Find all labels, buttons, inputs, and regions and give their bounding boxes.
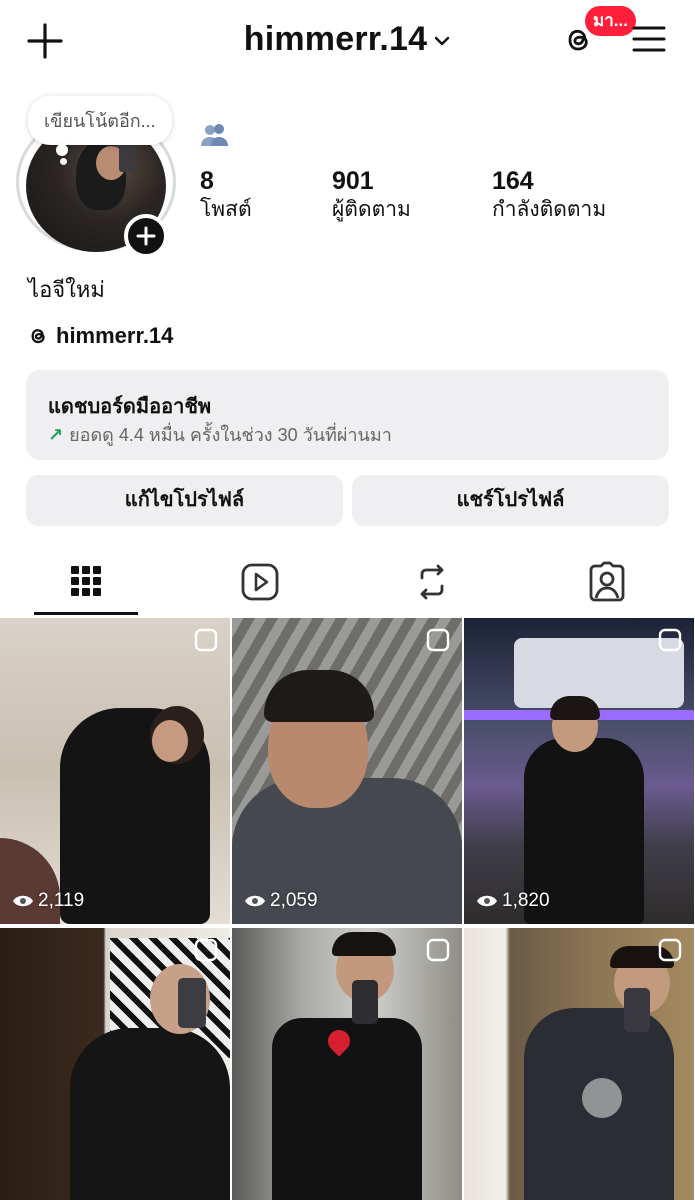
broadcast-group-icon[interactable] bbox=[200, 122, 230, 148]
threads-handle: himmerr.14 bbox=[56, 323, 174, 349]
view-count-text: 1,820 bbox=[502, 889, 550, 911]
username-title: himmerr.14 bbox=[243, 20, 428, 58]
eye-icon bbox=[477, 895, 497, 907]
following-count: 164 bbox=[492, 167, 534, 195]
plus-icon bbox=[136, 226, 156, 246]
threads-badge[interactable]: มา... bbox=[585, 6, 636, 36]
dashboard-title: แดชบอร์ดมืออาชีพ bbox=[48, 396, 212, 418]
posts-count: 8 bbox=[200, 167, 214, 195]
grid-icon[interactable] bbox=[66, 556, 106, 608]
reels-icon[interactable] bbox=[240, 556, 280, 608]
edit-profile-button[interactable]: แก้ไขโปรไฟล์ bbox=[26, 475, 343, 526]
view-count-text: 2,119 bbox=[38, 889, 85, 911]
note-bubble-tail-small bbox=[60, 158, 67, 165]
note-bubble-tail bbox=[56, 144, 68, 156]
post-tile[interactable] bbox=[464, 928, 694, 1200]
followers-count: 901 bbox=[332, 167, 374, 195]
reel-icon bbox=[426, 938, 450, 962]
post-tile[interactable] bbox=[232, 928, 462, 1200]
active-tab-indicator bbox=[34, 612, 138, 615]
stat-followers[interactable]: 901 ผู้ติดตาม bbox=[332, 166, 411, 224]
followers-label: ผู้ติดตาม bbox=[332, 198, 411, 221]
eye-icon bbox=[13, 895, 33, 907]
chevron-down-icon bbox=[435, 36, 450, 46]
post-tile[interactable] bbox=[0, 928, 230, 1200]
following-label: กำลังติดตาม bbox=[492, 198, 607, 221]
trend-up-icon: ↗ bbox=[48, 425, 64, 445]
add-story-button[interactable] bbox=[124, 214, 168, 258]
threads-profile-link[interactable]: himmerr.14 bbox=[26, 322, 173, 352]
dashboard-views-text: ยอดดู 4.4 หมื่น ครั้งในช่วง 30 วันที่ผ่า… bbox=[69, 425, 392, 445]
eye-icon bbox=[245, 895, 265, 907]
threads-icon bbox=[31, 329, 45, 344]
view-count-text: 2,059 bbox=[270, 889, 318, 911]
stat-posts[interactable]: 8 โพสต์ bbox=[200, 166, 252, 224]
note-bubble[interactable]: เขียนโน้ตอีก... bbox=[28, 96, 172, 145]
reel-icon bbox=[194, 628, 218, 652]
reel-icon bbox=[426, 628, 450, 652]
tagged-icon[interactable] bbox=[587, 556, 627, 608]
reel-icon bbox=[658, 628, 682, 652]
posts-label: โพสต์ bbox=[200, 198, 252, 221]
reposts-icon[interactable] bbox=[412, 556, 452, 608]
view-count: 1,820 bbox=[476, 890, 550, 912]
professional-dashboard[interactable]: แดชบอร์ดมืออาชีพ ↗ ยอดดู 4.4 หมื่น ครั้งใ… bbox=[26, 370, 669, 460]
view-count: 2,059 bbox=[244, 890, 318, 912]
reel-icon bbox=[194, 938, 218, 962]
menu-icon[interactable] bbox=[632, 24, 666, 54]
post-tile[interactable]: 1,820 bbox=[464, 618, 694, 924]
posts-grid: 2,119 2,059 1,820 bbox=[0, 618, 695, 1200]
display-name: ไอจีใหม่ bbox=[28, 277, 105, 302]
post-tile[interactable]: 2,059 bbox=[232, 618, 462, 924]
post-tile[interactable]: 2,119 bbox=[0, 618, 230, 924]
stat-following[interactable]: 164 กำลังติดตาม bbox=[492, 166, 606, 224]
view-count: 2,119 bbox=[12, 890, 84, 912]
share-profile-button[interactable]: แชร์โปรไฟล์ bbox=[352, 475, 669, 526]
top-bar: himmerr.14 มา... bbox=[0, 0, 695, 84]
dashboard-subtitle: ↗ ยอดดู 4.4 หมื่น ครั้งในช่วง 30 วันที่ผ่… bbox=[48, 420, 392, 449]
reel-icon bbox=[658, 938, 682, 962]
